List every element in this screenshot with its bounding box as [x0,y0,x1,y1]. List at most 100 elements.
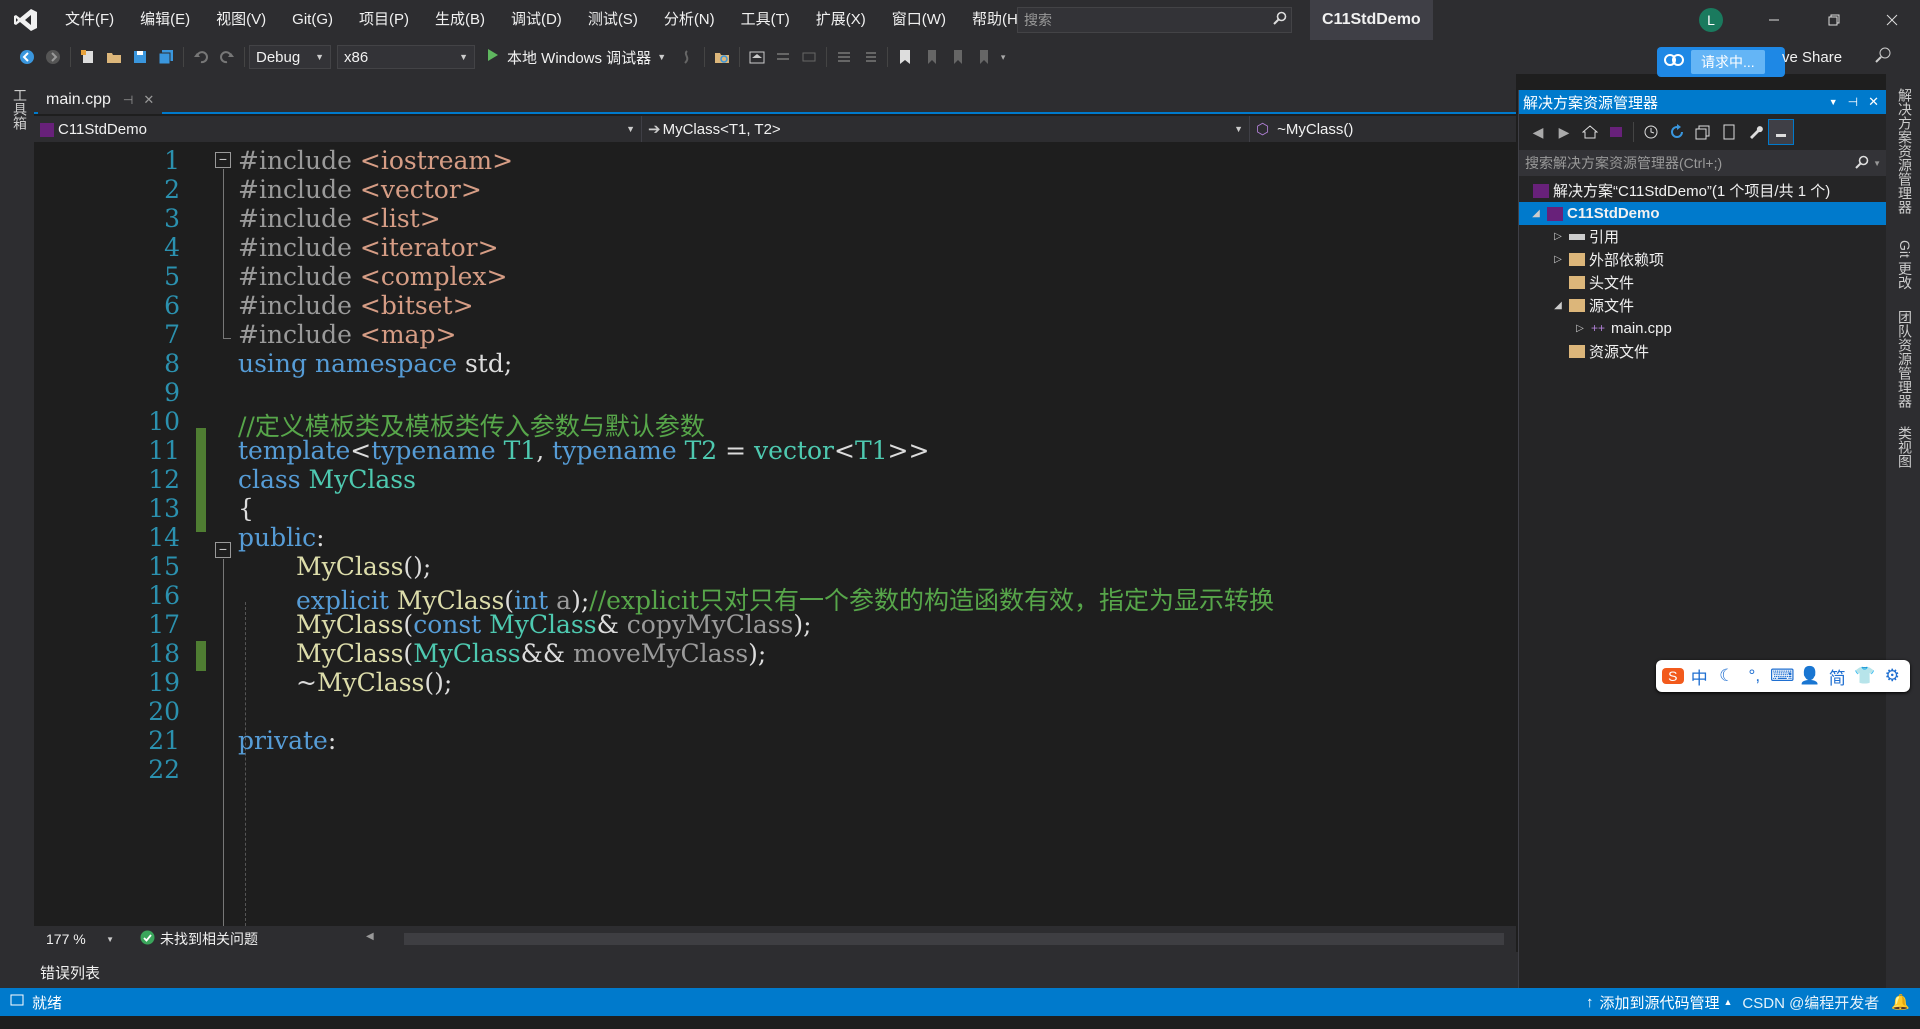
collapsed-arrow-icon[interactable]: ▷ [1573,323,1587,334]
settings-gear-icon[interactable]: ⚙ [1881,666,1905,686]
menu-git[interactable]: Git(G) [279,0,346,40]
live-share-button[interactable]: 请求中... [1657,47,1785,77]
home-icon[interactable] [1577,119,1603,145]
user-icon[interactable]: 👤 [1798,666,1822,686]
open-folder-icon[interactable] [101,44,127,70]
menu-window[interactable]: 窗口(W) [879,0,959,40]
dropdown-icon[interactable]: ▼ [1829,97,1838,107]
refresh-icon[interactable] [1664,119,1690,145]
issues-indicator[interactable]: 未找到相关问题 [140,929,258,949]
moon-icon[interactable]: ☾ [1715,666,1739,686]
start-debugging-button[interactable]: 本地 Windows 调试器 ▼ [487,47,666,68]
project-scope-select[interactable]: C11StdDemo ▼ [34,116,642,142]
tree-header-files[interactable]: 头文件 [1519,271,1887,294]
forward-icon[interactable] [40,44,66,70]
ime-chinese-mode[interactable]: 中 [1688,664,1712,689]
find-in-files-icon[interactable] [709,44,735,70]
back-icon[interactable]: ◀ [1525,119,1551,145]
tree-main-cpp[interactable]: ▷ ++ main.cpp [1519,317,1887,340]
pin-icon[interactable]: ⊣ [123,93,133,107]
visual-studio-logo-icon[interactable] [0,0,52,40]
keyboard-icon[interactable]: ⌨ [1770,666,1795,686]
restore-button[interactable] [1806,0,1862,40]
feedback-icon[interactable] [1874,46,1892,69]
expanded-arrow-icon[interactable]: ◢ [1529,208,1543,219]
redo-icon[interactable] [214,44,240,70]
properties-icon[interactable] [1742,119,1768,145]
close-icon[interactable]: ✕ [1868,94,1879,110]
clear-bookmarks-icon[interactable] [970,44,996,70]
save-all-icon[interactable] [153,44,179,70]
platform-select[interactable]: x86 ▼ [337,45,475,69]
preview-selected-icon[interactable] [1768,119,1794,145]
menu-file[interactable]: 文件(F) [52,0,127,40]
menu-build[interactable]: 生成(B) [422,0,498,40]
zoom-select[interactable]: 177 % ▼ [40,928,120,950]
type-scope-select[interactable]: ➔ MyClass<T1, T2> ▼ [642,116,1250,142]
tab-solution-explorer[interactable]: 解决方案资源管理器 [1895,88,1915,214]
hot-reload-icon[interactable] [674,44,700,70]
indent-icon[interactable] [770,44,796,70]
comment-icon[interactable] [831,44,857,70]
avatar[interactable]: L [1699,8,1723,32]
close-icon[interactable]: ✕ [143,92,154,108]
member-select[interactable]: ⬡ ~MyClass() [1250,116,1516,142]
menu-analyze[interactable]: 分析(N) [651,0,728,40]
tree-project[interactable]: ◢ C11StdDemo [1519,202,1887,225]
tree-references[interactable]: ▷ 引用 [1519,225,1887,248]
back-icon[interactable] [14,44,40,70]
collapse-toggle[interactable]: − [215,542,231,558]
previous-bookmark-icon[interactable] [918,44,944,70]
menu-test[interactable]: 测试(S) [575,0,651,40]
tab-git-changes[interactable]: Git 更改 [1895,240,1915,290]
show-all-files-icon[interactable] [1716,119,1742,145]
menu-view[interactable]: 视图(V) [203,0,279,40]
ime-simplified-mode[interactable]: 简 [1826,664,1850,689]
error-list-tab[interactable]: 错误列表 [34,952,1520,988]
bell-icon[interactable]: 🔔 [1891,993,1910,1011]
uncomment-icon[interactable] [857,44,883,70]
collapse-all-icon[interactable] [1690,119,1716,145]
new-project-icon[interactable] [75,44,101,70]
tree-resource-files[interactable]: 资源文件 [1519,340,1887,363]
tree-source-files[interactable]: ◢ 源文件 [1519,294,1887,317]
toolbox-tab[interactable]: 工具箱 [10,88,30,130]
search-input[interactable]: 搜索 [1017,7,1292,33]
undo-icon[interactable] [188,44,214,70]
tab-main-cpp[interactable]: main.cpp ⊣ ✕ [38,86,163,114]
forward-icon[interactable]: ▶ [1551,119,1577,145]
expanded-arrow-icon[interactable]: ◢ [1551,300,1565,311]
next-bookmark-icon[interactable] [944,44,970,70]
punctuation-icon[interactable]: °, [1743,666,1767,686]
close-window-button[interactable] [1864,0,1920,40]
sogou-logo-icon[interactable]: S [1662,668,1684,684]
menu-project[interactable]: 项目(P) [346,0,422,40]
switch-views-icon[interactable] [1603,119,1629,145]
tab-class-view[interactable]: 类视图 [1895,426,1915,468]
pin-icon[interactable]: ⊣ [1848,95,1858,109]
bookmark-icon[interactable] [892,44,918,70]
tree-solution[interactable]: 解决方案“C11StdDemo”(1 个项目/共 1 个) [1519,179,1887,202]
collapsed-arrow-icon[interactable]: ▷ [1551,231,1565,242]
configuration-select[interactable]: Debug ▼ [249,45,331,69]
scroll-left-icon[interactable]: ◀ [366,931,374,942]
toolbar-overflow-icon[interactable]: ▾ [996,44,1010,70]
minimize-button[interactable] [1746,0,1802,40]
browser-link-icon[interactable] [744,44,770,70]
chevron-up-icon[interactable]: ▲ [1723,997,1732,1007]
collapsed-arrow-icon[interactable]: ▷ [1551,254,1565,265]
tab-team-explorer[interactable]: 团队资源管理器 [1895,310,1915,408]
tree-external-deps[interactable]: ▷ 外部依赖项 [1519,248,1887,271]
add-to-source-control-button[interactable]: 添加到源代码管理 [1599,992,1719,1013]
menu-edit[interactable]: 编辑(E) [127,0,203,40]
menu-debug[interactable]: 调试(D) [498,0,575,40]
collapse-toggle[interactable]: − [215,152,231,168]
horizontal-scrollbar[interactable] [404,933,1504,945]
outdent-icon[interactable] [796,44,822,70]
menu-tools[interactable]: 工具(T) [728,0,803,40]
skin-icon[interactable]: 👕 [1853,666,1877,686]
save-icon[interactable] [127,44,153,70]
pending-changes-icon[interactable] [1638,119,1664,145]
code-editor[interactable]: 1 2 3 4 5 6 7 8 9 10 11 12 13 14 15 16 1… [34,142,1516,926]
menu-extensions[interactable]: 扩展(X) [803,0,879,40]
